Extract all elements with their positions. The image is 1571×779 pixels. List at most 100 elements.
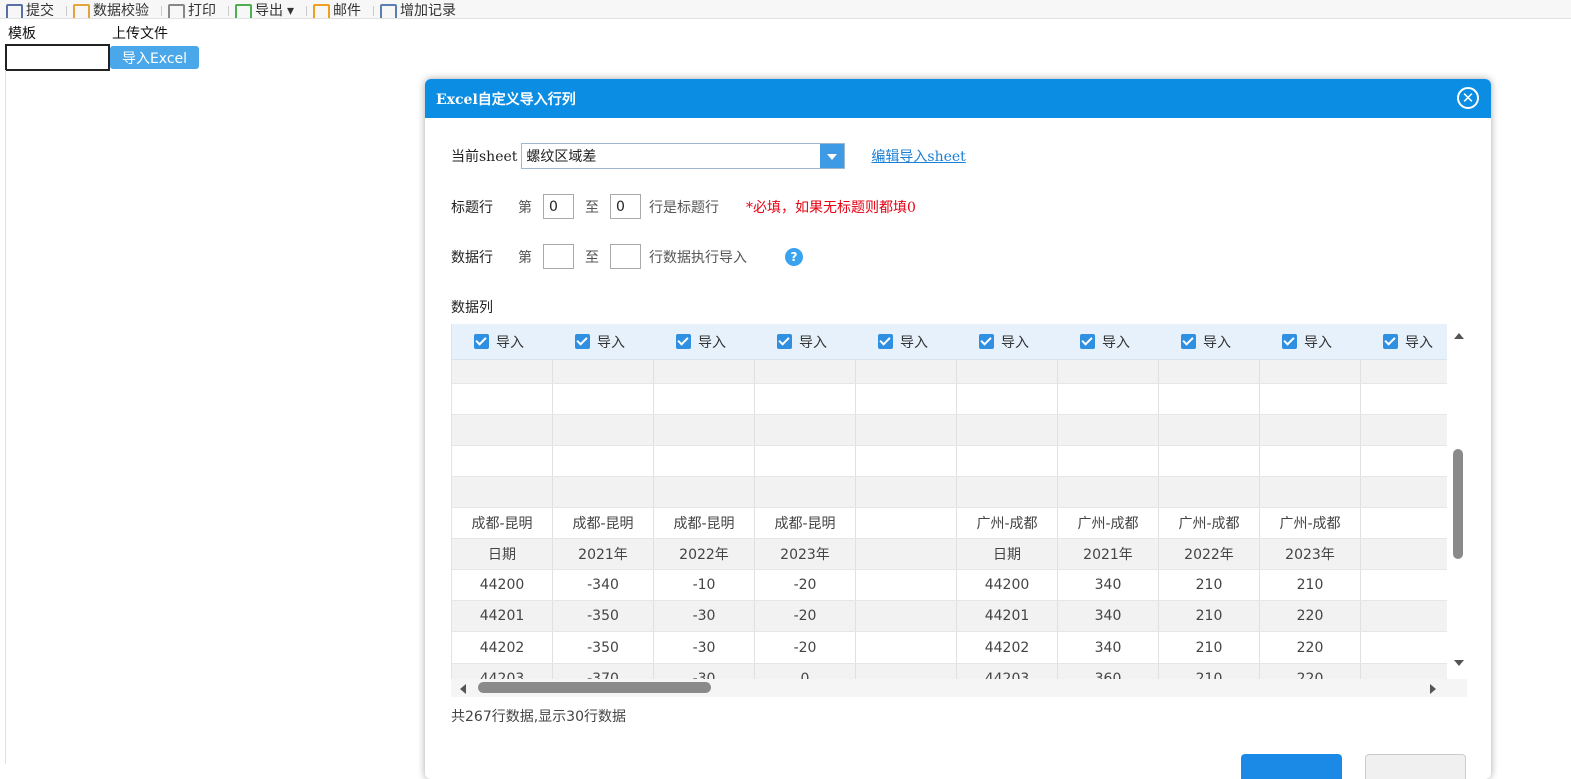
column-import-toggle[interactable]: 导入	[553, 324, 654, 359]
table-row	[452, 384, 1447, 415]
table-cell	[1361, 360, 1447, 383]
table-cell: 44202	[957, 632, 1058, 663]
scroll-right-icon[interactable]	[1430, 684, 1436, 694]
checkbox-icon[interactable]	[1383, 334, 1398, 349]
table-row: 44201 -350 -30 -20 44201 340 210 220	[452, 601, 1447, 632]
checkbox-icon[interactable]	[979, 334, 994, 349]
column-import-toggle[interactable]: 导入	[1058, 324, 1159, 359]
checkbox-icon[interactable]	[1181, 334, 1196, 349]
table-cell	[1058, 360, 1159, 383]
table-cell	[1361, 632, 1447, 663]
data-row-to-input[interactable]	[610, 244, 641, 269]
table-cell: 210	[1159, 632, 1260, 663]
column-import-toggle[interactable]: 导入	[452, 324, 553, 359]
table-cell: 340	[1058, 601, 1159, 631]
column-import-toggle[interactable]: 导入	[856, 324, 957, 359]
table-cell	[452, 415, 553, 445]
vertical-scroll-thumb[interactable]	[1453, 449, 1463, 559]
table-cell	[452, 384, 553, 414]
table-cell: 44200	[452, 570, 553, 600]
column-import-toggle[interactable]: 导入	[1361, 324, 1447, 359]
toolbar-item-label: 打印	[188, 3, 216, 19]
table-cell: 340	[1058, 632, 1159, 663]
checkbox-icon[interactable]	[1282, 334, 1297, 349]
table-cell	[1361, 446, 1447, 476]
import-label: 导入	[1304, 334, 1332, 351]
checkbox-icon[interactable]	[575, 334, 590, 349]
column-import-toggle[interactable]: 导入	[1159, 324, 1260, 359]
page-border	[5, 70, 6, 764]
data-row-from-input[interactable]	[543, 244, 574, 269]
edit-sheet-link[interactable]: 编辑导入sheet	[871, 146, 965, 166]
toolbar-separator	[161, 6, 162, 16]
cancel-button[interactable]	[1365, 754, 1466, 779]
horizontal-scrollbar[interactable]	[451, 679, 1467, 697]
table-cell: 0	[755, 664, 856, 679]
table-cell	[654, 360, 755, 383]
toolbar-item[interactable]: 导出 ▾	[235, 0, 294, 18]
horizontal-scroll-thumb[interactable]	[478, 682, 711, 693]
template-input[interactable]	[5, 44, 110, 71]
help-icon[interactable]: ?	[785, 247, 803, 266]
toolbar-item[interactable]: 邮件	[313, 0, 361, 18]
table-cell: 成都-昆明	[755, 508, 856, 538]
toolbar-item[interactable]: 提交	[6, 0, 54, 18]
table-cell	[856, 570, 957, 600]
toolbar-separator	[66, 6, 67, 16]
chevron-down-icon[interactable]	[820, 144, 845, 168]
import-label: 导入	[1405, 334, 1433, 351]
import-excel-button[interactable]: 导入Excel	[110, 46, 199, 69]
checkbox-icon[interactable]	[1080, 334, 1095, 349]
title-row-to-input[interactable]: 0	[610, 194, 641, 219]
title-row-config: 标题行 第 0 至 0 行是标题行 *必填，如果无标题则都填0	[451, 194, 916, 219]
column-import-toggle[interactable]: 导入	[654, 324, 755, 359]
table-cell: 广州-成都	[1159, 508, 1260, 538]
table-cell: -20	[755, 570, 856, 600]
toolbar-item-label: 邮件	[333, 3, 362, 19]
table-cell	[856, 384, 957, 414]
table-row	[452, 477, 1447, 508]
toolbar-item[interactable]: 打印	[168, 0, 216, 18]
table-row: 成都-昆明 成都-昆明 成都-昆明 成都-昆明 广州-成都 广州-成都 广州-成都 广州-成都	[452, 508, 1447, 539]
table-cell	[1361, 539, 1447, 569]
toolbar-item[interactable]: 数据校验	[73, 0, 149, 18]
table-cell: 44201	[957, 601, 1058, 631]
column-import-toggle[interactable]: 导入	[957, 324, 1058, 359]
scroll-left-icon[interactable]	[460, 684, 466, 694]
table-cell: 成都-昆明	[654, 508, 755, 538]
table-cell: 44202	[452, 632, 553, 663]
table-cell	[1058, 384, 1159, 414]
checkbox-icon[interactable]	[474, 334, 489, 349]
table-cell	[957, 446, 1058, 476]
vertical-scrollbar[interactable]	[1451, 324, 1467, 668]
title-row-from-input[interactable]: 0	[543, 194, 574, 219]
table-cell: 210	[1159, 664, 1260, 679]
table-cell	[654, 384, 755, 414]
scroll-down-icon[interactable]	[1454, 660, 1464, 666]
checkbox-icon[interactable]	[777, 334, 792, 349]
table-cell: -30	[654, 664, 755, 679]
data-grid: 导入 导入 导入 导入 导入 导入 导入 导入 导入 导入 成都-昆明 成都-昆明 成都-昆明 成都-昆…	[451, 324, 1467, 697]
table-cell	[1159, 415, 1260, 445]
table-cell	[1159, 384, 1260, 414]
scroll-up-icon[interactable]	[1454, 333, 1464, 339]
table-cell: 220	[1260, 601, 1361, 631]
close-icon[interactable]: ✕	[1457, 87, 1479, 109]
table-cell	[755, 477, 856, 507]
table-cell: 2023年	[1260, 539, 1361, 569]
chevron-down-icon[interactable]: ▾	[287, 4, 294, 18]
table-cell: 44203	[957, 664, 1058, 679]
checkbox-icon[interactable]	[878, 334, 893, 349]
toolbar-separator	[373, 6, 375, 16]
table-cell: 2022年	[654, 539, 755, 569]
toolbar-item[interactable]: 增加记录	[380, 0, 456, 18]
checkbox-icon[interactable]	[676, 334, 691, 349]
sheet-select[interactable]: 螺纹区域差	[521, 143, 846, 169]
data-row-label: 数据行	[451, 249, 493, 266]
column-import-toggle[interactable]: 导入	[1260, 324, 1361, 359]
confirm-button[interactable]	[1241, 754, 1342, 779]
toolbar-item-label: 提交	[26, 3, 54, 19]
submit-icon	[6, 4, 23, 18]
column-import-toggle[interactable]: 导入	[755, 324, 856, 359]
table-cell	[1361, 664, 1447, 679]
